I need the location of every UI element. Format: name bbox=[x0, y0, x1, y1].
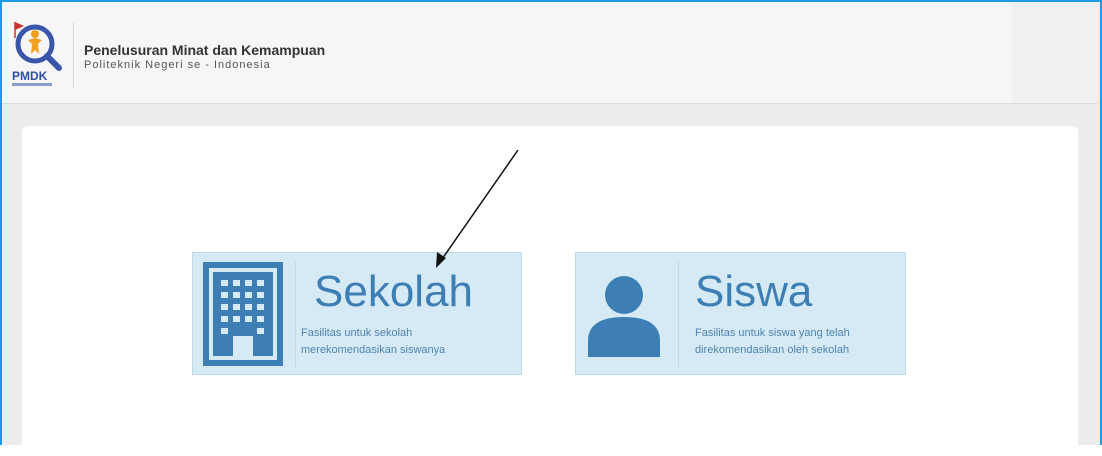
siswa-title[interactable]: Siswa bbox=[695, 267, 812, 317]
site-subtitle: Politeknik Negeri se - Indonesia bbox=[84, 59, 271, 71]
sekolah-desc-line1: Fasilitas untuk sekolah bbox=[301, 327, 413, 339]
building-icon bbox=[203, 262, 283, 366]
siswa-card[interactable]: Siswa Fasilitas untuk siswa yang telah d… bbox=[575, 252, 906, 375]
siswa-description: Fasilitas untuk siswa yang telah direkom… bbox=[695, 325, 850, 359]
sekolah-card[interactable]: Sekolah Fasilitas untuk sekolah merekome… bbox=[192, 252, 522, 375]
logo-text: PMDK bbox=[12, 69, 48, 83]
sekolah-desc-line2: merekomendasikan siswanya bbox=[301, 344, 446, 356]
card-divider bbox=[678, 261, 679, 367]
header-right-area bbox=[1012, 2, 1098, 103]
card-divider bbox=[295, 261, 296, 367]
sekolah-description: Fasilitas untuk sekolah merekomendasikan… bbox=[301, 325, 445, 359]
pmdk-logo[interactable]: PMDK bbox=[10, 18, 64, 90]
logo-divider bbox=[73, 22, 74, 88]
user-icon bbox=[588, 276, 660, 357]
sekolah-title[interactable]: Sekolah bbox=[314, 267, 473, 317]
site-title: Penelusuran Minat dan Kemampuan bbox=[84, 42, 326, 58]
siswa-desc-line1: Fasilitas untuk siswa yang telah bbox=[695, 327, 850, 339]
siswa-desc-line2: direkomendasikan oleh sekolah bbox=[695, 344, 850, 356]
main-panel bbox=[22, 126, 1078, 456]
site-header: PMDK Penelusuran Minat dan Kemampuan Pol… bbox=[2, 2, 1098, 104]
